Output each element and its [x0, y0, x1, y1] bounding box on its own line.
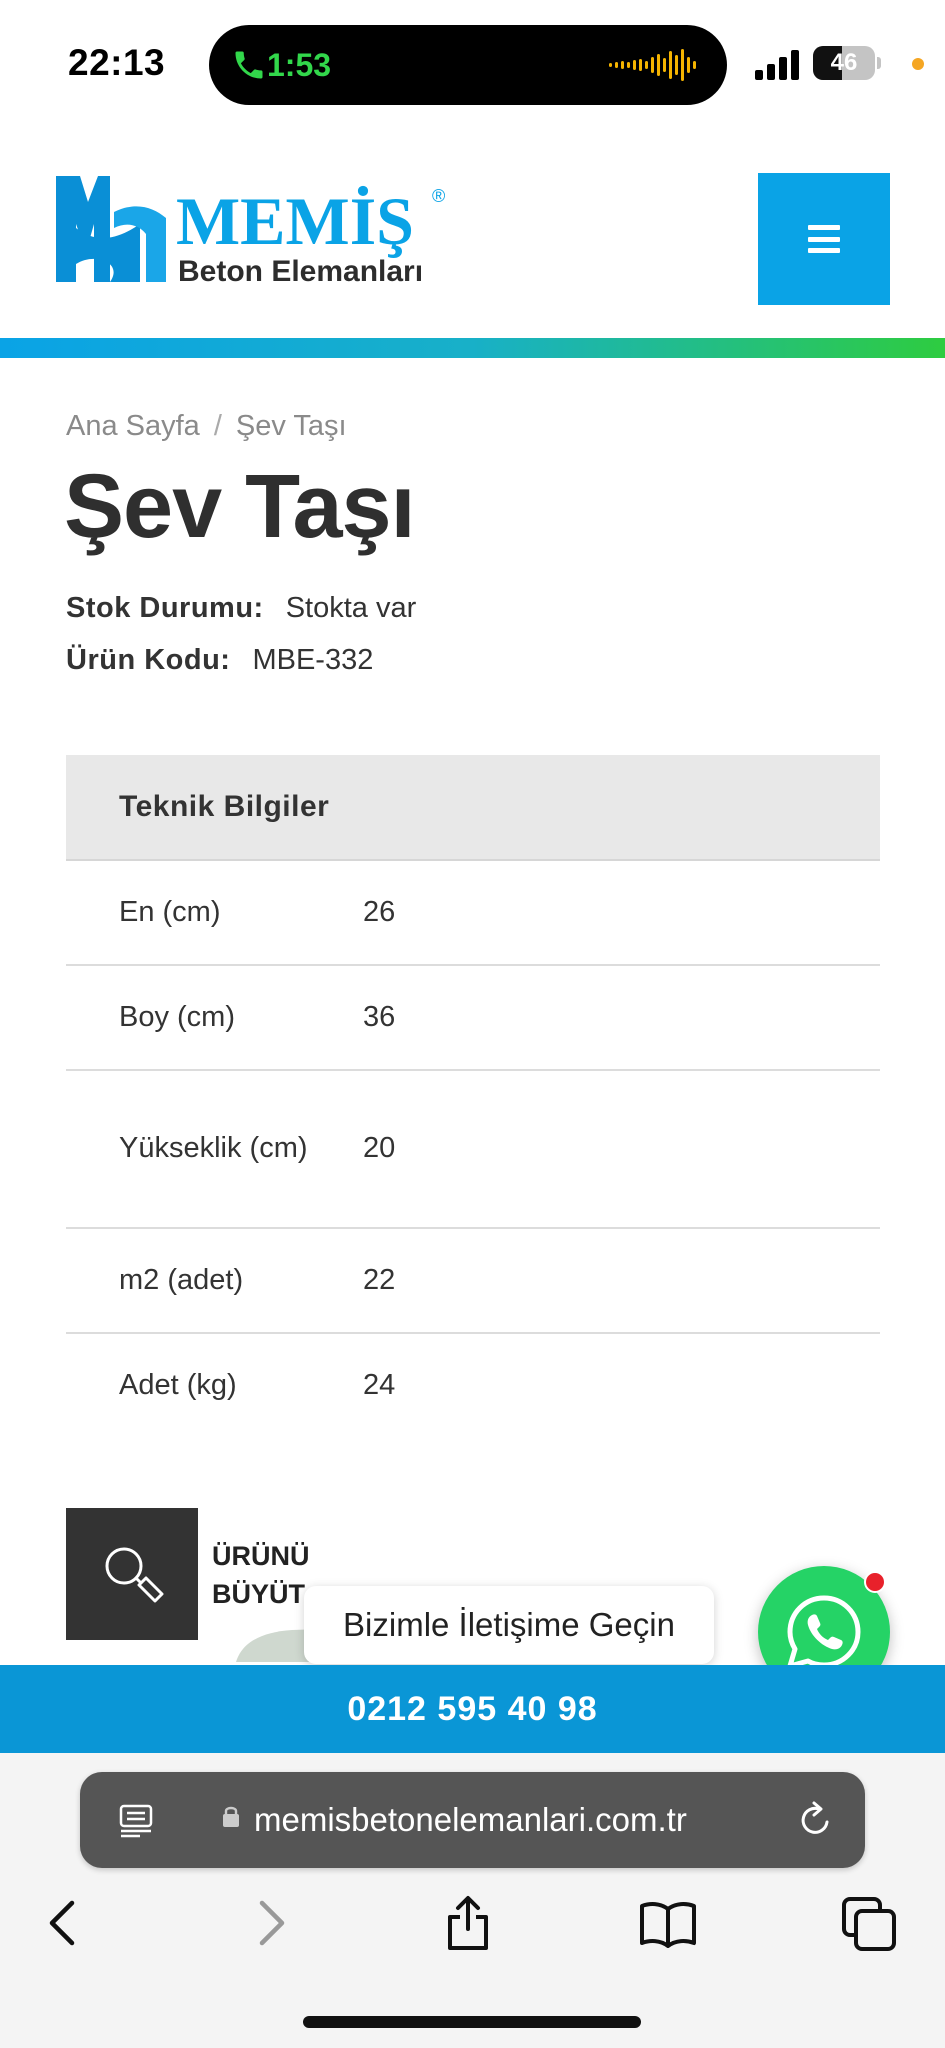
spec-value: 22: [363, 1228, 880, 1334]
share-icon[interactable]: [438, 1895, 498, 1951]
battery-icon: 46: [813, 46, 881, 80]
spec-key: Boy (cm): [66, 965, 363, 1071]
specs-heading: Teknik Bilgiler: [66, 755, 880, 861]
back-icon[interactable]: [34, 1895, 94, 1951]
table-row: En (cm) 26: [66, 860, 880, 966]
clock: 22:13: [68, 42, 166, 83]
table-row: m2 (adet) 22: [66, 1228, 880, 1334]
header-gradient-divider: [0, 338, 945, 358]
breadcrumb-current: Şev Taşı: [235, 410, 347, 442]
spec-value: 24: [363, 1369, 396, 1402]
breadcrumb-separator: /: [213, 410, 222, 442]
spec-key: Yükseklik (cm): [66, 1070, 363, 1229]
zoom-label-line1: ÜRÜNÜ: [212, 1541, 310, 1571]
spec-value: 36: [363, 965, 880, 1071]
battery-percent: 46: [830, 49, 858, 76]
contact-us-bubble[interactable]: Bizimle İletişime Geçin: [304, 1586, 714, 1664]
call-duration: 1:53: [267, 47, 332, 83]
spec-key: Adet (kg): [119, 1369, 237, 1402]
product-code-label: Ürün Kodu:: [66, 644, 231, 676]
zoom-product-button[interactable]: [66, 1508, 198, 1640]
table-row: Yükseklik (cm) 20: [66, 1070, 880, 1229]
registered-mark: ®: [432, 186, 445, 206]
audio-waveform-icon: [609, 49, 696, 81]
spec-value: 20: [363, 1070, 880, 1229]
bookmarks-icon[interactable]: [638, 1895, 698, 1951]
status-bar: 22:13 1:53 46: [0, 0, 945, 130]
spec-value: 26: [363, 860, 880, 966]
memis-logo[interactable]: MEMİŞ ® Beton Elemanları: [54, 172, 454, 292]
cellular-signal-icon: [755, 50, 799, 80]
product-code-value: MBE-332: [252, 644, 374, 676]
tabs-icon[interactable]: [840, 1895, 900, 1951]
magnifier-icon: [105, 1547, 164, 1603]
spec-key: En (cm): [66, 860, 363, 966]
stock-label: Stok Durumu:: [66, 592, 264, 624]
logo-brand: MEMİŞ: [176, 183, 414, 259]
address-bar[interactable]: memisbetonelemanlari.com.tr: [80, 1772, 865, 1868]
forward-icon[interactable]: [240, 1895, 300, 1951]
technical-specs-table: Teknik Bilgiler En (cm) 26 Boy (cm) 36 Y…: [66, 755, 880, 1438]
phone-number: 0212 595 40 98: [347, 1690, 598, 1728]
notification-dot: [864, 1571, 886, 1593]
microphone-indicator: [912, 58, 924, 70]
stock-status: Stok Durumu: Stokta var: [66, 592, 416, 625]
reload-icon[interactable]: [795, 1800, 835, 1840]
product-code: Ürün Kodu: MBE-332: [66, 644, 373, 677]
table-row: Adet (kg) 24: [66, 1333, 880, 1438]
menu-button[interactable]: [758, 173, 890, 305]
home-indicator: [303, 2016, 641, 2028]
site-header: MEMİŞ ® Beton Elemanları: [0, 130, 945, 340]
breadcrumb-home-link[interactable]: Ana Sayfa: [66, 410, 200, 442]
url-text[interactable]: memisbetonelemanlari.com.tr: [254, 1772, 687, 1868]
phone-call-icon: [235, 51, 263, 79]
hamburger-menu-icon: [808, 225, 840, 253]
whatsapp-icon: [787, 1595, 861, 1669]
dynamic-island-call[interactable]: 1:53: [209, 25, 727, 105]
reader-icon[interactable]: [118, 1802, 154, 1838]
stock-value: Stokta var: [285, 592, 417, 624]
spec-key: m2 (adet): [66, 1228, 363, 1334]
table-row: Boy (cm) 36: [66, 965, 880, 1071]
logo-tagline: Beton Elemanları: [178, 255, 423, 288]
breadcrumb: Ana Sayfa / Şev Taşı: [66, 410, 347, 443]
call-phone-bar[interactable]: 0212 595 40 98: [0, 1665, 945, 1753]
page-title: Şev Taşı: [64, 457, 416, 557]
lock-icon: [223, 1806, 239, 1827]
